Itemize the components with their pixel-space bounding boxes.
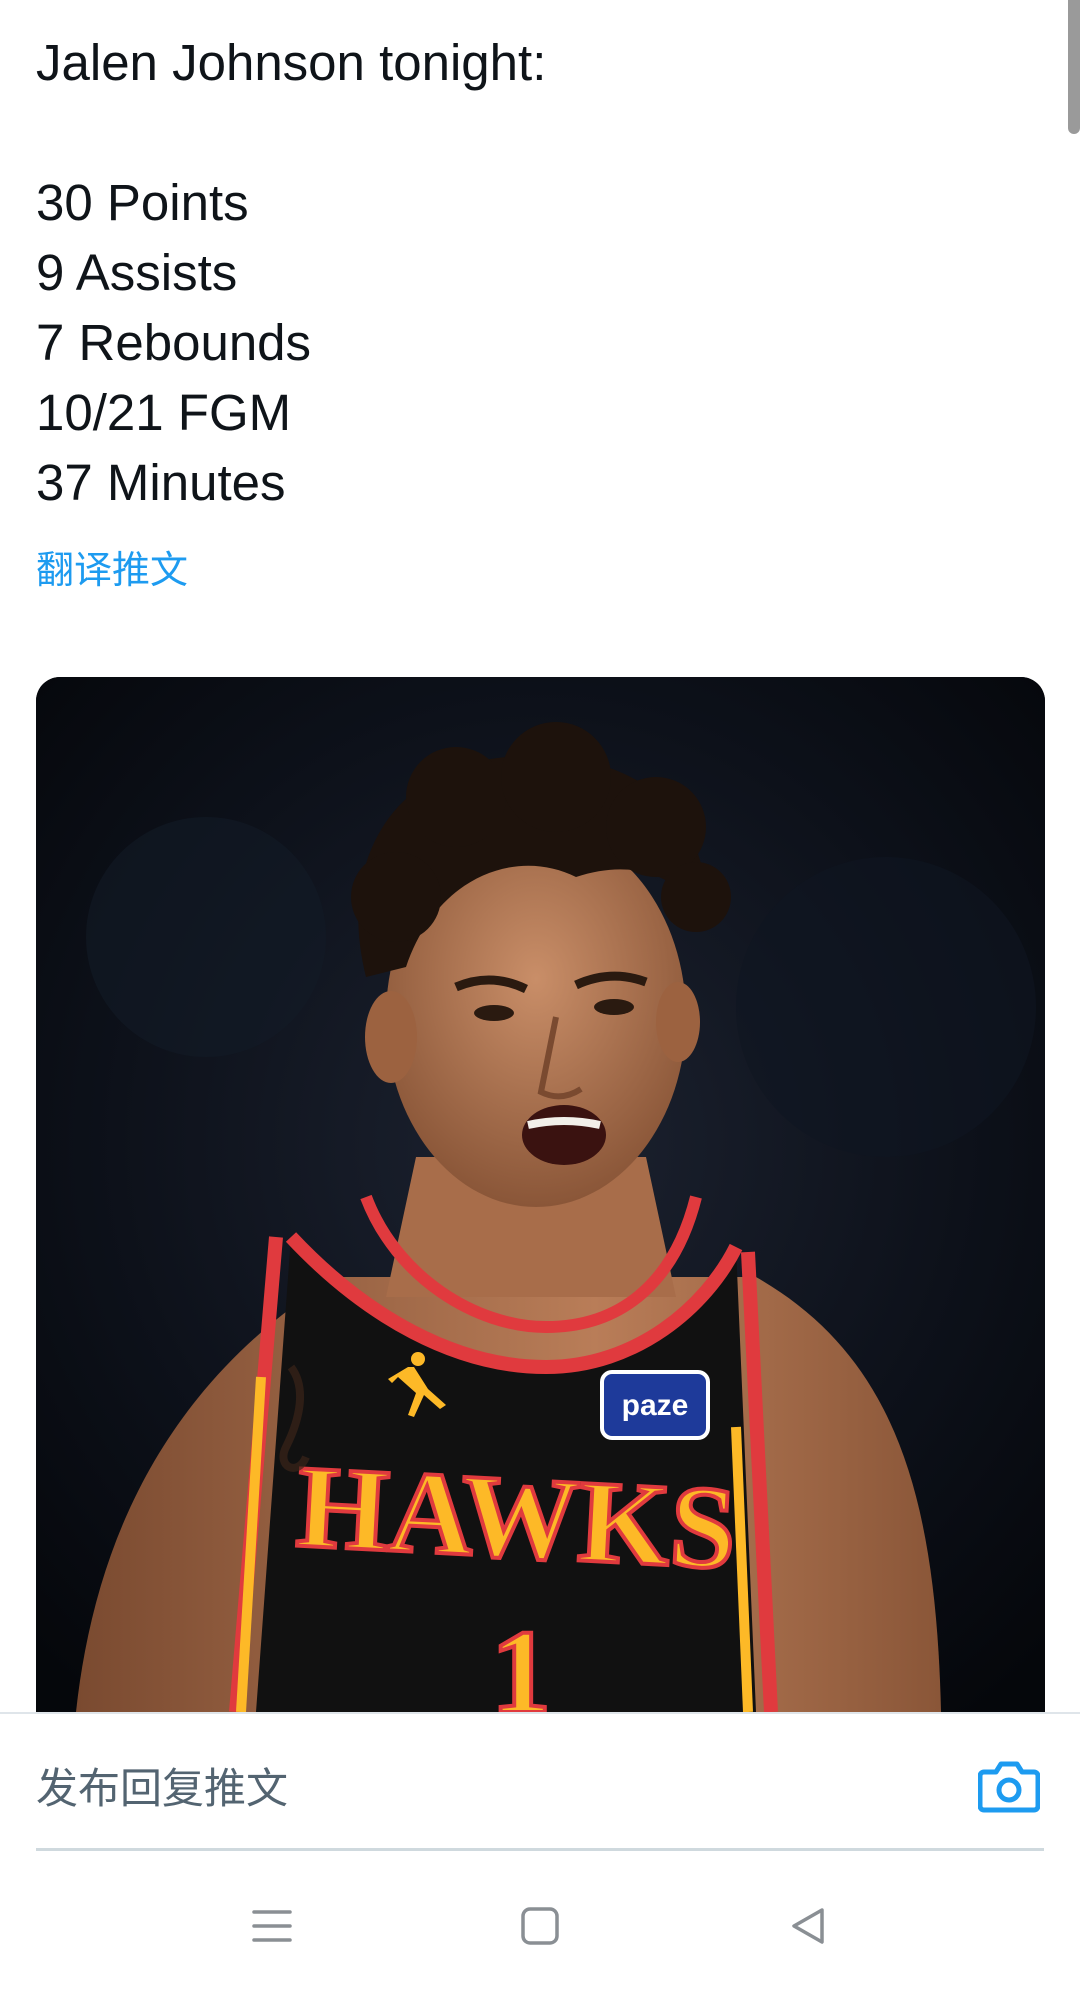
stat-points: 30 Points [36,174,249,231]
stat-fgm: 10/21 FGM [36,384,292,441]
tweet-title-line: Jalen Johnson tonight: [36,34,547,91]
jersey-team-name: HAWKS [294,1441,740,1595]
reply-input[interactable]: 发布回复推文 [36,1764,288,1814]
reply-composer[interactable]: 发布回复推文 [0,1712,1080,1854]
back-triangle-icon[interactable] [786,1904,830,1948]
jersey-number: 1 [491,1605,551,1712]
stat-minutes: 37 Minutes [36,454,286,511]
tweet-photo[interactable]: paze HAWKS 1 [36,677,1045,1712]
jersey-sponsor: paze [622,1389,689,1422]
stat-rebounds: 7 Rebounds [36,314,312,371]
menu-icon[interactable] [250,1904,294,1948]
scrollbar-thumb[interactable] [1068,0,1080,134]
reply-input-underline [36,1848,1044,1851]
tweet-text: Jalen Johnson tonight: 30 Points 9 Assis… [36,28,1036,518]
tweet-detail-screen: Jalen Johnson tonight: 30 Points 9 Assis… [0,0,1080,1996]
translate-tweet-link[interactable]: 翻译推文 [36,546,188,594]
home-square-icon[interactable] [518,1904,562,1948]
system-navigation-bar [0,1852,1080,1996]
camera-icon[interactable] [977,1758,1041,1814]
stat-assists: 9 Assists [36,244,238,301]
player-photo: paze HAWKS 1 [36,677,1045,1712]
